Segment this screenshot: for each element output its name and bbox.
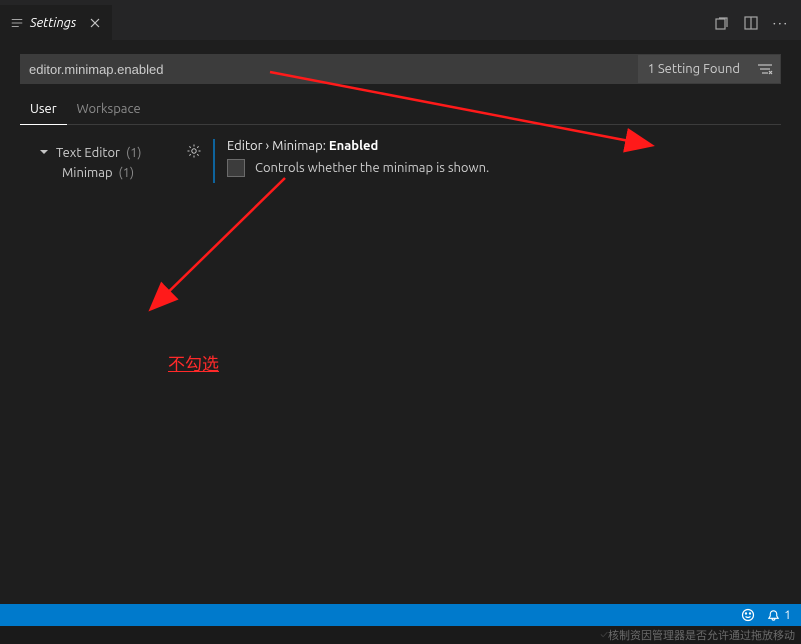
feedback-icon[interactable] bbox=[741, 608, 755, 622]
tab-user[interactable]: User bbox=[20, 94, 67, 125]
annotation-text: 不勾选 bbox=[168, 350, 219, 375]
split-editor-icon[interactable] bbox=[743, 15, 759, 31]
settings-list-icon bbox=[10, 16, 24, 30]
clear-search-icon[interactable] bbox=[750, 55, 780, 83]
close-icon[interactable] bbox=[86, 14, 104, 32]
bottom-strip: ✓ 核制资因管理器是否允许通过拖放移动 bbox=[0, 626, 801, 644]
tree-label: Text Editor bbox=[56, 146, 120, 160]
tree-count: (1) bbox=[126, 146, 142, 160]
settings-search: 1 Setting Found bbox=[20, 54, 781, 84]
setting-checkbox[interactable] bbox=[227, 159, 245, 177]
setting-item: Editor › Minimap: Enabled Controls wheth… bbox=[213, 139, 489, 183]
setting-description: Controls whether the minimap is shown. bbox=[255, 161, 489, 175]
settings-tree: Text Editor (1) Minimap (1) bbox=[20, 139, 185, 183]
tree-item-minimap[interactable]: Minimap (1) bbox=[20, 163, 185, 183]
gear-icon[interactable] bbox=[185, 139, 203, 183]
tree-item-text-editor[interactable]: Text Editor (1) bbox=[20, 143, 185, 163]
open-changes-icon[interactable] bbox=[713, 15, 729, 31]
tab-title: Settings bbox=[30, 16, 76, 30]
tree-count: (1) bbox=[119, 166, 135, 180]
tab-workspace[interactable]: Workspace bbox=[67, 94, 151, 124]
search-input[interactable] bbox=[21, 55, 638, 83]
search-result-count: 1 Setting Found bbox=[638, 55, 750, 83]
scope-tabs: User Workspace bbox=[20, 94, 781, 125]
notifications-count: 1 bbox=[784, 609, 791, 622]
status-bar: 1 bbox=[0, 604, 801, 626]
more-actions-icon[interactable]: ··· bbox=[773, 15, 789, 31]
tab-settings[interactable]: Settings bbox=[0, 5, 113, 40]
editor-actions: ··· bbox=[701, 5, 801, 40]
tree-label: Minimap bbox=[62, 166, 113, 180]
chevron-down-icon bbox=[38, 146, 52, 160]
setting-title: Editor › Minimap: Enabled bbox=[227, 139, 489, 153]
tab-bar: Settings ··· bbox=[0, 5, 801, 40]
notifications-button[interactable]: 1 bbox=[767, 609, 791, 622]
